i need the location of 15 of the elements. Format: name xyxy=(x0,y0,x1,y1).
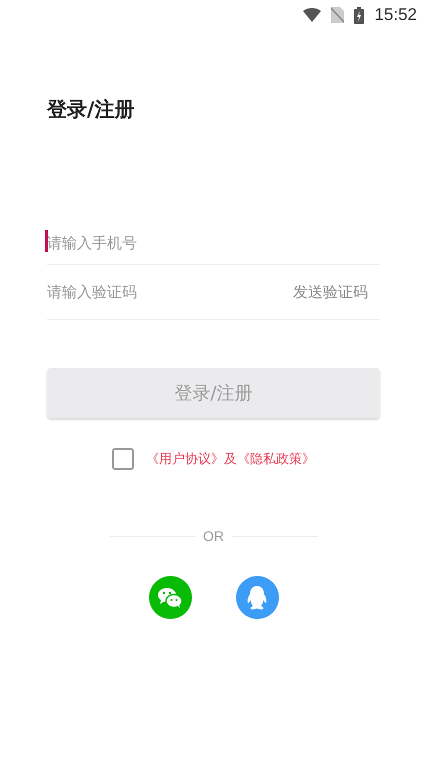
wechat-login-button[interactable] xyxy=(148,576,192,619)
send-code-button[interactable]: 发送验证码 xyxy=(293,282,380,302)
battery-charging-icon xyxy=(354,6,364,24)
wifi-icon xyxy=(303,8,322,22)
chat-bubbles-icon xyxy=(157,586,183,608)
penguin-login-button[interactable] xyxy=(236,576,278,619)
phone-input-field[interactable]: 请输入手机号 xyxy=(47,228,380,258)
policy-link[interactable]: 《用户协议》及《隐私政策》 xyxy=(146,450,315,468)
or-label: OR xyxy=(203,528,224,544)
no-sim-icon xyxy=(331,7,344,23)
penguin-icon xyxy=(246,584,268,610)
page-title: 登录/注册 xyxy=(47,96,134,123)
agreement-checkbox[interactable] xyxy=(112,448,134,470)
code-input-field[interactable]: 请输入验证码 xyxy=(47,277,293,307)
status-time: 15:52 xyxy=(374,5,417,25)
